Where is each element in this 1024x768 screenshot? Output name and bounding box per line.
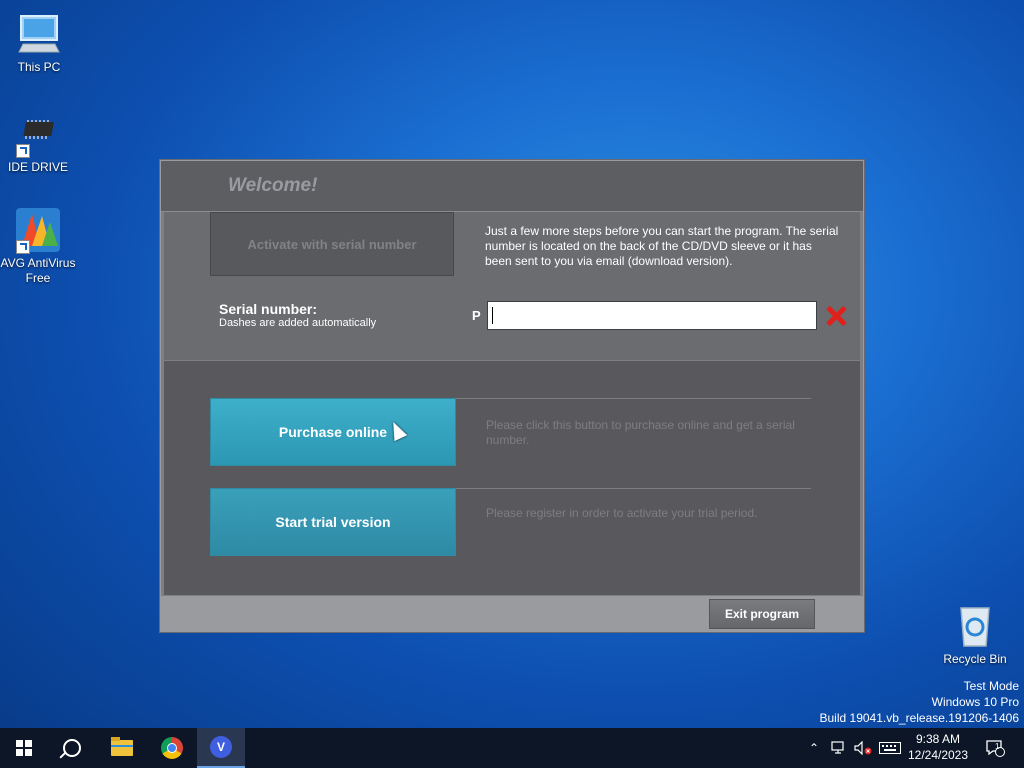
- text-caret: [492, 307, 493, 324]
- app-v-icon: V: [210, 736, 232, 758]
- exit-program-button[interactable]: Exit program: [709, 599, 815, 629]
- active-app-button[interactable]: V: [197, 728, 245, 768]
- separator: [455, 488, 811, 489]
- desktop-icon-recycle-bin[interactable]: Recycle Bin: [937, 602, 1013, 667]
- shortcut-arrow-icon: [16, 144, 30, 158]
- start-trial-button[interactable]: Start trial version: [210, 488, 456, 556]
- notification-count: 1: [995, 742, 1000, 751]
- watermark-build: Build 19041.vb_release.191206-1406: [819, 711, 1020, 725]
- desktop-icon-label: Recycle Bin: [943, 652, 1007, 666]
- chip-icon: [14, 110, 62, 158]
- file-explorer-button[interactable]: [98, 728, 146, 768]
- activation-info-text: Just a few more steps before you can sta…: [485, 224, 839, 268]
- activation-dialog: Welcome! Activate with serial number Jus…: [160, 160, 864, 632]
- recycle-bin-icon: [951, 602, 999, 650]
- options-panel: [164, 361, 860, 595]
- desktop-icon-this-pc[interactable]: This PC: [1, 10, 77, 75]
- keyboard-icon: [879, 742, 901, 754]
- windows-watermark: Test Mode Windows 10 Pro Build 19041.vb_…: [820, 678, 1020, 726]
- taskbar: V ⌃ 9:38 AM 12/24/2023 1: [0, 728, 1024, 768]
- avg-icon: [14, 206, 62, 254]
- show-hidden-icons-button[interactable]: ⌃: [804, 728, 824, 768]
- network-icon: [831, 741, 844, 754]
- dialog-title: Welcome!: [228, 175, 318, 196]
- search-icon: [63, 739, 81, 757]
- purchase-description: Please click this button to purchase onl…: [486, 418, 795, 447]
- volume-muted-icon: [854, 741, 872, 755]
- start-button[interactable]: [0, 728, 48, 768]
- computer-icon: [15, 10, 63, 58]
- serial-prefix: P: [472, 308, 481, 323]
- desktop-icon-label: IDE DRIVE: [7, 160, 68, 174]
- trial-description: Please register in order to activate you…: [486, 506, 758, 520]
- serial-number-hint: Dashes are added automatically: [219, 317, 377, 329]
- dialog-header: Welcome!: [161, 161, 863, 212]
- chrome-button[interactable]: [148, 728, 196, 768]
- shortcut-arrow-icon: [16, 240, 30, 254]
- serial-number-input[interactable]: [487, 301, 817, 330]
- network-tray-button[interactable]: [828, 728, 850, 768]
- chevron-up-icon: ⌃: [808, 741, 820, 755]
- folder-icon: [111, 737, 133, 756]
- desktop-icon-label: This PC: [17, 60, 61, 74]
- chrome-icon: [161, 737, 183, 759]
- activate-serial-button[interactable]: Activate with serial number: [210, 212, 454, 276]
- desktop-icon-avg[interactable]: AVG AntiVirus Free: [0, 206, 76, 286]
- search-button[interactable]: [48, 728, 96, 768]
- separator: [455, 398, 811, 399]
- desktop-icon-ide-drive[interactable]: IDE DRIVE: [0, 110, 76, 175]
- clock-time: 9:38 AM: [915, 732, 961, 746]
- watermark-mode: Test Mode: [963, 679, 1019, 693]
- volume-tray-button[interactable]: [852, 728, 874, 768]
- clear-serial-icon[interactable]: [825, 305, 847, 327]
- clock-date: 12/24/2023: [907, 748, 969, 762]
- desktop-icon-label: AVG AntiVirus Free: [0, 256, 76, 285]
- windows-logo-icon: [16, 740, 32, 756]
- watermark-edition: Windows 10 Pro: [931, 695, 1019, 709]
- serial-number-label: Serial number:: [219, 301, 318, 317]
- taskbar-clock[interactable]: 9:38 AM 12/24/2023: [900, 731, 976, 763]
- purchase-online-button[interactable]: Purchase online: [210, 398, 456, 466]
- action-center-button[interactable]: 1: [980, 728, 1010, 768]
